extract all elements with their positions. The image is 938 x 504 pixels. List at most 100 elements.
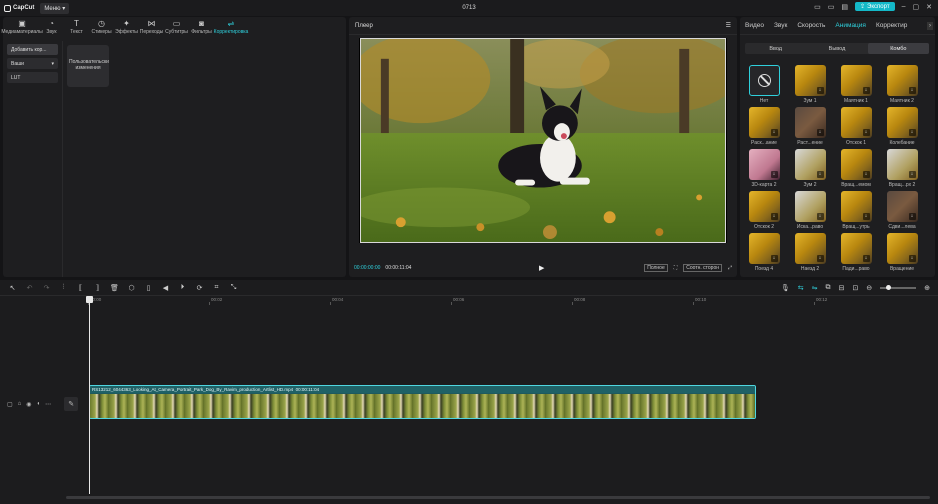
download-icon[interactable]: ↓: [908, 171, 916, 178]
animation-item[interactable]: ↓ Иска...раво: [791, 191, 829, 230]
reverse-icon[interactable]: ◀: [157, 284, 174, 292]
segment-in[interactable]: Ввод: [745, 43, 806, 54]
download-icon[interactable]: ↓: [862, 171, 870, 178]
tool-adjust[interactable]: ⇌ Корректировка: [214, 17, 249, 39]
download-icon[interactable]: ↓: [862, 213, 870, 220]
segment-out[interactable]: Вывод: [806, 43, 867, 54]
animation-item[interactable]: ↓ Вращение: [883, 233, 921, 272]
animation-item[interactable]: ↓ Вращ...утрь: [837, 191, 875, 230]
fit-icon[interactable]: ⊡: [852, 284, 858, 292]
tab-adjust[interactable]: Корректир: [876, 22, 907, 29]
maximize-icon[interactable]: ▢: [913, 3, 920, 11]
mask-icon[interactable]: ⬡: [123, 284, 140, 292]
download-icon[interactable]: ↓: [816, 87, 824, 94]
tool-audio[interactable]: ◔ Звук: [39, 17, 64, 39]
add-adjustment-button[interactable]: Добавить кор...: [7, 44, 58, 55]
timeline-scrollbar[interactable]: [66, 496, 930, 499]
play-circle-icon[interactable]: ⏵: [174, 284, 191, 292]
download-icon[interactable]: ↓: [908, 255, 916, 262]
eye-icon[interactable]: ◉: [26, 401, 31, 408]
menu-button[interactable]: Меню ▾: [40, 2, 70, 14]
tab-audio[interactable]: Звук: [774, 22, 787, 29]
tool-media[interactable]: ▣ Медиаматериалы: [1, 17, 42, 39]
tool-transitions[interactable]: ⋈ Переходы: [139, 17, 164, 39]
animation-item[interactable]: ↓ Отскок 1: [837, 107, 875, 146]
select-tool-icon[interactable]: ↖: [4, 284, 21, 292]
download-icon[interactable]: ↓: [770, 129, 778, 136]
download-icon[interactable]: ↓: [816, 255, 824, 262]
minimize-icon[interactable]: –: [902, 3, 906, 10]
split-left-icon[interactable]: ⟦: [72, 284, 89, 292]
animation-item[interactable]: ↓ Раск...ание: [745, 107, 783, 146]
animation-item[interactable]: ↓ Маятник 2: [883, 65, 921, 104]
animation-item[interactable]: ↓ Вращ...емом: [837, 149, 875, 188]
download-icon[interactable]: ↓: [770, 213, 778, 220]
animation-item[interactable]: ↓ Маятник 1: [837, 65, 875, 104]
rotate-icon[interactable]: ⟳: [191, 284, 208, 292]
chevron-right-icon[interactable]: ›: [927, 21, 933, 30]
animation-item[interactable]: ↓ Зум 2: [791, 149, 829, 188]
play-icon[interactable]: ▶: [539, 264, 544, 272]
animation-item[interactable]: ↓ Раст...ение: [791, 107, 829, 146]
video-clip[interactable]: RS13212_6044363_Looking_At_Camera_Portra…: [89, 385, 756, 419]
tab-speed[interactable]: Скорость: [797, 22, 825, 29]
microphone-icon[interactable]: 🎙: [781, 284, 790, 292]
preview-axis-icon[interactable]: ⊟: [839, 284, 845, 292]
resize-icon[interactable]: ⤡: [225, 284, 242, 292]
tool-filters[interactable]: ◙ Фильтры: [189, 17, 214, 39]
snapshot-icon[interactable]: ⛶: [674, 265, 678, 271]
cover-edit-icon[interactable]: ✎: [64, 397, 79, 411]
redo-icon[interactable]: ↷: [38, 284, 55, 292]
time-ruler[interactable]: 00:00 00:02 00:04 00:06 00:08 00:10 00:12: [88, 296, 938, 306]
player-menu-icon[interactable]: ☰: [726, 22, 731, 29]
animation-item[interactable]: ↓ Сдви...лева: [883, 191, 921, 230]
lock-icon[interactable]: ⌂: [18, 401, 22, 407]
adjust-source-dropdown[interactable]: Ваши ▾: [7, 58, 58, 69]
tab-video[interactable]: Видео: [745, 22, 764, 29]
download-icon[interactable]: ↓: [770, 255, 778, 262]
video-frame[interactable]: [360, 38, 726, 243]
link-audio-icon[interactable]: ⇋: [812, 284, 818, 292]
segment-combo[interactable]: Комбо: [867, 43, 929, 54]
export-button[interactable]: ⇪ Экспорт: [855, 2, 895, 11]
link-main-icon[interactable]: ⇆: [798, 284, 804, 292]
download-icon[interactable]: ↓: [770, 171, 778, 178]
playhead[interactable]: [86, 296, 93, 494]
audio-toggle-icon[interactable]: ◖: [37, 401, 41, 407]
animation-item[interactable]: Нет: [745, 65, 783, 104]
monitor-icon[interactable]: ▭: [828, 3, 835, 11]
download-icon[interactable]: ↓: [862, 255, 870, 262]
download-icon[interactable]: ↓: [908, 87, 916, 94]
delete-icon[interactable]: 🗑: [106, 284, 123, 292]
download-icon[interactable]: ↓: [816, 171, 824, 178]
layout-icon[interactable]: ▭: [814, 3, 821, 11]
aspect-ratio-button[interactable]: Соотн. сторон: [683, 264, 722, 272]
tool-stickers[interactable]: ◷ Стикеры: [89, 17, 114, 39]
download-icon[interactable]: ↓: [908, 129, 916, 136]
animation-item[interactable]: ↓ Вращ...рх 2: [883, 149, 921, 188]
download-icon[interactable]: ↓: [908, 213, 916, 220]
tool-text[interactable]: T Текст: [64, 17, 89, 39]
more-icon[interactable]: ⋯: [45, 401, 51, 408]
download-icon[interactable]: ↓: [862, 129, 870, 136]
split-icon[interactable]: ⫶: [55, 284, 72, 292]
download-icon[interactable]: ↓: [816, 129, 824, 136]
animation-item[interactable]: ↓ Наезд 2: [791, 233, 829, 272]
animation-item[interactable]: ↓ Отскок 2: [745, 191, 783, 230]
track-lock-icon[interactable]: ▢: [7, 401, 13, 408]
zoom-out-icon[interactable]: ⊖: [866, 284, 872, 292]
custom-adjustments-card[interactable]: Пользовательские изменения: [67, 45, 109, 87]
animation-item[interactable]: ↓ Колебание: [883, 107, 921, 146]
fullscreen-icon[interactable]: ⤢: [728, 265, 732, 271]
tool-effects[interactable]: ✦ Эффекты: [114, 17, 139, 39]
tool-subtitles[interactable]: ▭ Субтитры: [164, 17, 189, 39]
zoom-in-icon[interactable]: ⊕: [924, 284, 930, 292]
keyboard-icon[interactable]: ▤: [841, 3, 848, 11]
animation-item[interactable]: ↓ Зум 1: [791, 65, 829, 104]
lut-button[interactable]: LUT: [7, 72, 58, 83]
freeze-icon[interactable]: ▯: [140, 284, 157, 292]
tab-animation[interactable]: Анимация: [835, 22, 866, 29]
undo-icon[interactable]: ↶: [21, 284, 38, 292]
crop-icon[interactable]: ⌗: [208, 284, 225, 292]
animation-item[interactable]: ↓ Пади...раво: [837, 233, 875, 272]
